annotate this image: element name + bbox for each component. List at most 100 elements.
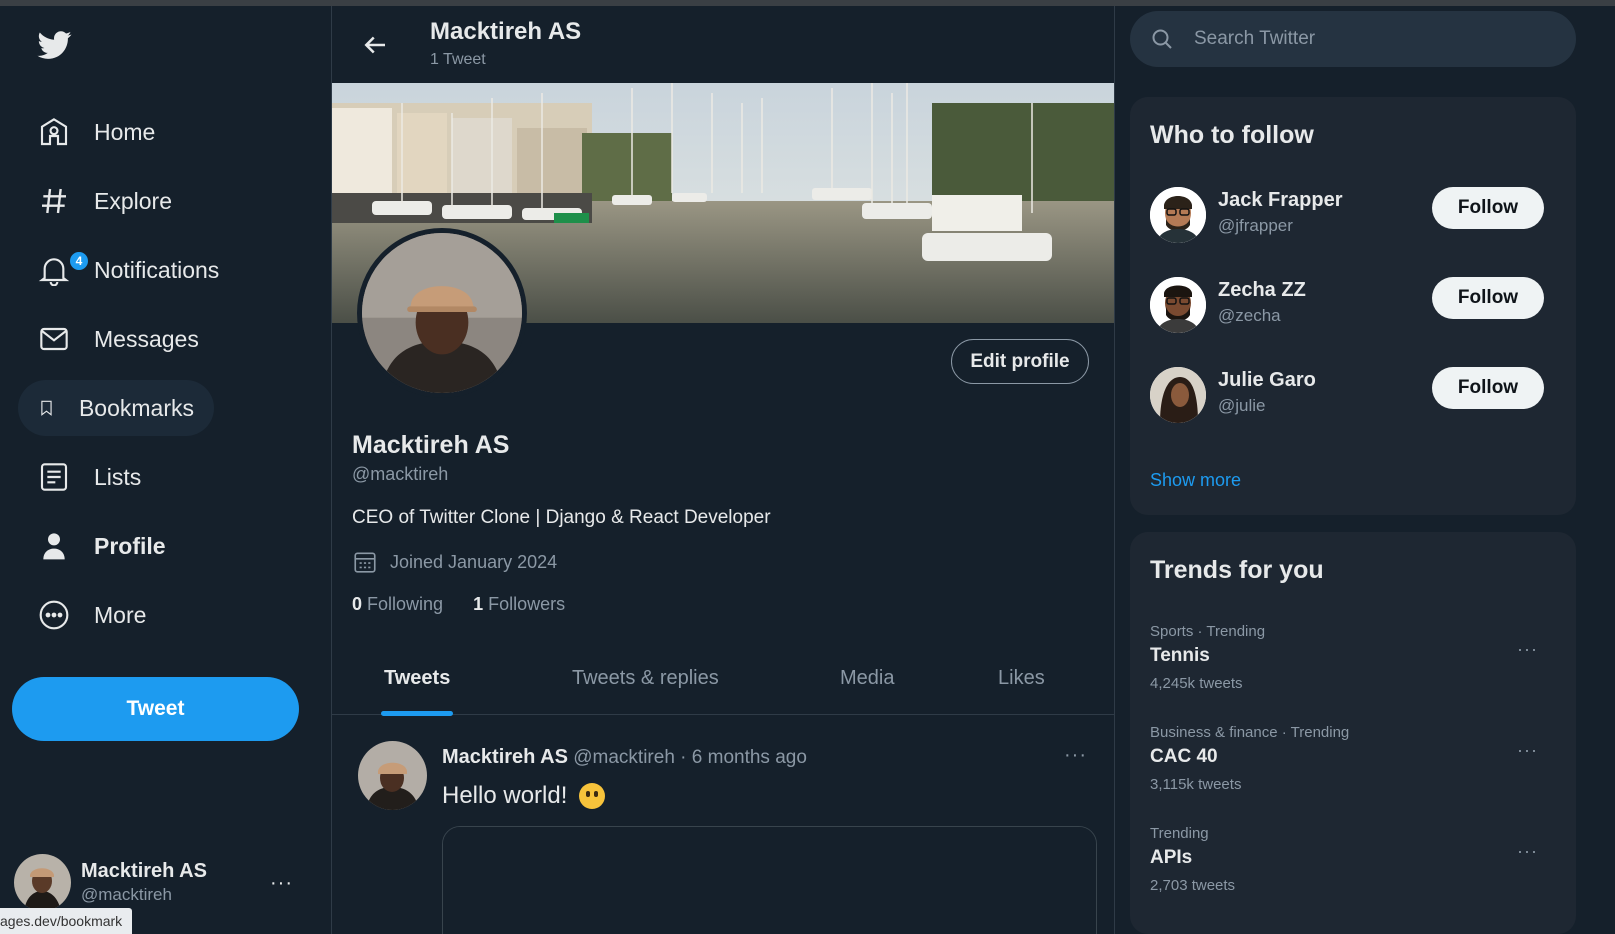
profile-tabs: Tweets Tweets & replies Media Likes bbox=[332, 641, 1114, 715]
tab-media[interactable]: Media bbox=[840, 641, 894, 715]
tab-tweets[interactable]: Tweets bbox=[384, 641, 450, 715]
trend-count: 4,245k tweets bbox=[1150, 675, 1243, 692]
who-to-follow-card: Who to follow Jack Frapper @jfrapper Fol… bbox=[1130, 97, 1576, 515]
tweet-author-name[interactable]: Macktireh AS bbox=[442, 746, 568, 768]
twitter-logo-icon[interactable] bbox=[36, 28, 74, 62]
main-column: Macktireh AS 1 Tweet Edit profile Mackti… bbox=[332, 6, 1115, 934]
back-arrow-icon[interactable] bbox=[360, 30, 390, 60]
user-handle: @julie bbox=[1218, 396, 1266, 415]
person-icon bbox=[43, 533, 65, 560]
trend-meta: Sports · Trending bbox=[1150, 623, 1266, 640]
tweet-text: Hello world! bbox=[442, 782, 568, 809]
user-avatar bbox=[1150, 277, 1206, 333]
account-handle: @macktireh bbox=[81, 884, 172, 904]
header-title: Macktireh AS bbox=[430, 18, 582, 45]
smiley-emoji-icon bbox=[579, 783, 606, 809]
nav-lists-label: Lists bbox=[94, 463, 142, 490]
follow-suggestion[interactable]: Julie Garo @julie Follow bbox=[1150, 367, 1556, 427]
nav-more-label: More bbox=[94, 601, 147, 628]
tab-likes[interactable]: Likes bbox=[998, 641, 1045, 715]
following-label: Following bbox=[367, 594, 444, 614]
nav-profile[interactable]: Profile bbox=[18, 518, 186, 574]
trend-item[interactable]: Trending APIs 2,703 tweets ··· bbox=[1150, 825, 1556, 905]
search-box[interactable] bbox=[1130, 11, 1576, 67]
search-icon bbox=[1152, 29, 1172, 49]
account-menu-icon[interactable]: ··· bbox=[270, 872, 293, 895]
nav-home-label: Home bbox=[94, 118, 156, 145]
tweet-meta: @macktireh · 6 months ago bbox=[573, 747, 807, 768]
user-name[interactable]: Julie Garo bbox=[1218, 369, 1316, 392]
nav-messages[interactable]: Messages bbox=[18, 311, 219, 367]
list-icon bbox=[40, 463, 68, 491]
user-handle: @zecha bbox=[1218, 306, 1281, 325]
tweet-media-image[interactable] bbox=[442, 826, 1097, 934]
bell-icon bbox=[38, 258, 70, 286]
user-name[interactable]: Zecha ZZ bbox=[1218, 279, 1306, 302]
tweet-text-row: Hello world! bbox=[442, 782, 606, 810]
edit-profile-button[interactable]: Edit profile bbox=[951, 339, 1089, 384]
account-switcher[interactable]: Macktireh AS @macktireh ··· bbox=[14, 852, 314, 912]
profile-joined: Joined January 2024 bbox=[352, 549, 557, 575]
tab-tweets-and-replies[interactable]: Tweets & replies bbox=[572, 641, 719, 715]
account-name: Macktireh AS bbox=[81, 859, 207, 882]
trend-item[interactable]: Sports · Trending Tennis 4,245k tweets ·… bbox=[1150, 623, 1556, 703]
follow-button[interactable]: Follow bbox=[1432, 367, 1544, 409]
bookmark-icon bbox=[41, 400, 52, 416]
home-icon bbox=[40, 118, 68, 146]
profile-handle: @macktireh bbox=[352, 464, 449, 484]
who-to-follow-title: Who to follow bbox=[1150, 121, 1314, 149]
show-more-link[interactable]: Show more bbox=[1150, 470, 1241, 491]
user-handle: @jfrapper bbox=[1218, 216, 1293, 235]
nav-explore[interactable]: Explore bbox=[18, 173, 192, 229]
tweet-more-icon[interactable]: ··· bbox=[1064, 744, 1087, 767]
profile-avatar bbox=[357, 228, 527, 398]
nav-notifications[interactable]: 4 Notifications bbox=[18, 242, 239, 298]
following-count: 0 bbox=[352, 594, 363, 614]
nav-explore-label: Explore bbox=[94, 187, 172, 214]
trend-topic: CAC 40 bbox=[1150, 746, 1218, 767]
trend-more-icon[interactable]: ··· bbox=[1517, 740, 1538, 761]
tweet-author-avatar[interactable] bbox=[358, 741, 427, 810]
trend-count: 2,703 tweets bbox=[1150, 877, 1236, 894]
nav-more[interactable]: More bbox=[18, 587, 166, 643]
nav-home[interactable]: Home bbox=[18, 104, 175, 160]
follow-button[interactable]: Follow bbox=[1432, 187, 1544, 229]
right-sidebar: Who to follow Jack Frapper @jfrapper Fol… bbox=[1115, 6, 1615, 934]
profile-joined-text: Joined January 2024 bbox=[390, 551, 558, 572]
trend-item[interactable]: Business & finance · Trending CAC 40 3,1… bbox=[1150, 724, 1556, 804]
more-circle-icon bbox=[39, 600, 69, 630]
trend-count: 3,115k tweets bbox=[1150, 776, 1242, 793]
profile-header: Macktireh AS 1 Tweet bbox=[332, 6, 1114, 83]
followers-link[interactable]: 1 Followers bbox=[473, 594, 565, 615]
follow-suggestion[interactable]: Zecha ZZ @zecha Follow bbox=[1150, 277, 1556, 337]
trend-more-icon[interactable]: ··· bbox=[1517, 841, 1538, 862]
trend-topic: Tennis bbox=[1150, 645, 1210, 666]
following-link[interactable]: 0 Following bbox=[352, 594, 443, 615]
search-input[interactable] bbox=[1194, 28, 1554, 50]
nav-notifications-label: Notifications bbox=[94, 256, 220, 283]
trend-more-icon[interactable]: ··· bbox=[1517, 639, 1538, 660]
followers-count: 1 bbox=[473, 594, 484, 614]
follow-suggestion[interactable]: Jack Frapper @jfrapper Follow bbox=[1150, 187, 1556, 247]
nav-lists[interactable]: Lists bbox=[18, 449, 161, 505]
header-tweet-count: 1 Tweet bbox=[430, 51, 486, 68]
tweet-button[interactable]: Tweet bbox=[12, 677, 299, 741]
nav-bookmarks[interactable]: Bookmarks bbox=[18, 380, 214, 436]
trend-meta: Business & finance · Trending bbox=[1150, 724, 1350, 741]
user-name[interactable]: Jack Frapper bbox=[1218, 189, 1343, 212]
trends-title: Trends for you bbox=[1150, 556, 1324, 584]
nav-messages-label: Messages bbox=[94, 325, 199, 352]
trends-card: Trends for you Sports · Trending Tennis … bbox=[1130, 532, 1576, 934]
tweet-header: Macktireh AS @macktireh · 6 months ago bbox=[442, 746, 807, 769]
hashtag-icon bbox=[42, 188, 66, 214]
calendar-icon bbox=[354, 552, 376, 573]
follow-button[interactable]: Follow bbox=[1432, 277, 1544, 319]
status-url-tooltip: ages.dev/bookmark bbox=[0, 908, 133, 934]
app: Home Explore 4 Notifications Messages Bo… bbox=[0, 6, 1615, 934]
tweet-item[interactable]: Macktireh AS @macktireh · 6 months ago ·… bbox=[332, 716, 1114, 934]
notifications-badge: 4 bbox=[68, 250, 90, 272]
profile-name: Macktireh AS bbox=[352, 431, 510, 459]
user-avatar bbox=[1150, 187, 1206, 243]
followers-label: Followers bbox=[488, 594, 566, 614]
account-avatar bbox=[14, 853, 71, 911]
